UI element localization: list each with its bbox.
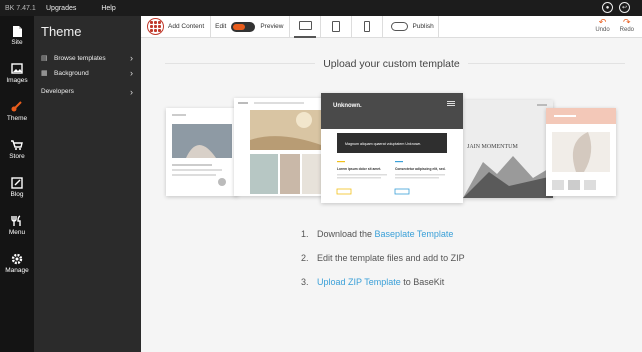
account-icon[interactable]: ● [602,2,613,13]
desktop-view-button[interactable] [294,16,317,38]
rail-label: Site [11,39,23,46]
browser-icon: ▤ [41,55,48,62]
add-content-label: Add Content [168,23,205,30]
momentum-title: JAIN MOMENTUM [467,144,518,150]
page-heading: Upload your custom template [315,58,468,70]
panel-item-developers[interactable]: Developers › [41,86,137,97]
step-number: 1. [301,229,309,239]
file-icon [13,26,22,37]
step-text: to BaseKit [400,277,445,287]
cloud-icon [391,22,409,31]
rail-item-blog[interactable]: Blog [0,177,34,198]
paintbrush-icon [11,101,22,112]
chevron-right-icon: › [130,53,133,63]
gear-icon [11,253,23,265]
step-number: 3. [301,277,309,287]
preview-label: Preview [260,23,284,30]
editor-toolbar: Add Content Edit Preview Publish ↶ Undo … [141,15,642,38]
template-preview-2 [234,98,324,196]
template-preview-unknown: Unknown. Magnum aliquam quaerat voluptat… [321,93,463,203]
step-text: Edit the template files and add to ZIP [317,253,465,263]
redo-button[interactable]: ↷ Redo [619,17,634,34]
rail-item-theme[interactable]: Theme [0,101,34,122]
panel-title: Theme [41,24,82,39]
step-3: 3. Upload ZIP Template to BaseKit [301,277,465,287]
rail-item-manage[interactable]: Manage [0,253,34,274]
main-content: Upload your custom template Unknown. Mag… [141,38,642,352]
template-preview-5 [546,108,616,196]
rail-item-store[interactable]: Store [0,139,34,160]
rail-item-menu[interactable]: Menu [0,215,34,236]
redo-label: Redo [619,27,634,33]
undo-button[interactable]: ↶ Undo [595,17,610,34]
rail-label: Manage [5,267,29,274]
grid-icon: ▦ [41,70,48,77]
step-2: 2. Edit the template files and add to ZIP [301,253,465,263]
rail-label: Blog [10,191,24,198]
step-number: 2. [301,253,309,263]
undo-icon: ↶ [598,17,607,27]
grid-dots-icon [147,18,164,35]
tablet-icon [332,21,341,32]
cart-icon [11,140,23,150]
edit-label: Edit [215,23,227,30]
rail-item-site[interactable]: Site [0,25,34,46]
chevron-right-icon: › [130,68,133,78]
version-label: BK 7.47.1 [5,4,36,12]
preview-col1: Lorem ipsum dolor sit amet. [337,167,381,171]
tablet-view-button[interactable] [325,16,347,38]
panel-item-label: Browse templates [54,54,106,62]
left-rail: Site Images Theme Store Blog Menu Manage [0,16,34,352]
panel-item-browse-templates[interactable]: ▤ Browse templates › [41,53,137,63]
chevron-right-icon: › [130,86,133,97]
edit-icon [11,177,23,189]
undo-label: Undo [595,27,610,33]
panel-item-background[interactable]: ▦ Background › [41,68,137,78]
menu-upgrades[interactable]: Upgrades [46,5,76,12]
preview-banner: Magnum aliquam quaerat voluptatem Unknow… [345,142,421,146]
preview-col2: Consectetur adipiscing elit, sed. [395,167,446,171]
utensils-icon [11,215,21,226]
add-content-button[interactable]: Add Content [147,18,204,35]
rail-label: Theme [6,115,28,122]
rail-label: Menu [8,229,26,236]
mobile-view-button[interactable] [356,16,378,38]
edit-preview-toggle[interactable] [231,21,256,32]
logout-icon[interactable]: ↩ [619,2,630,13]
rail-item-images[interactable]: Images [0,63,34,84]
redo-icon: ↷ [623,17,631,27]
panel-item-label: Developers [41,88,74,95]
phone-icon [364,21,371,32]
step-1: 1. Download the Baseplate Template [301,229,465,239]
publish-button[interactable]: Publish [391,22,434,31]
template-preview-momentum: JAIN MOMENTUM [463,100,553,198]
rail-label: Store [9,153,25,160]
desktop-icon [298,21,312,30]
rail-label: Images [6,77,28,84]
menu-help[interactable]: Help [101,5,115,12]
upload-zip-template-link[interactable]: Upload ZIP Template [317,277,401,287]
template-preview-1 [166,108,238,196]
image-icon [11,63,23,74]
step-text: Download the [317,229,375,239]
theme-panel: Theme ▤ Browse templates › ▦ Background … [34,16,141,352]
upload-steps: 1. Download the Baseplate Template 2. Edit… [301,229,465,301]
baseplate-template-link[interactable]: Baseplate Template [375,229,454,239]
panel-item-label: Background [54,69,89,77]
publish-label: Publish [412,23,434,30]
preview-brand: Unknown. [333,103,362,109]
top-bar: BK 7.47.1 Upgrades Help ● ↩ [0,0,642,16]
